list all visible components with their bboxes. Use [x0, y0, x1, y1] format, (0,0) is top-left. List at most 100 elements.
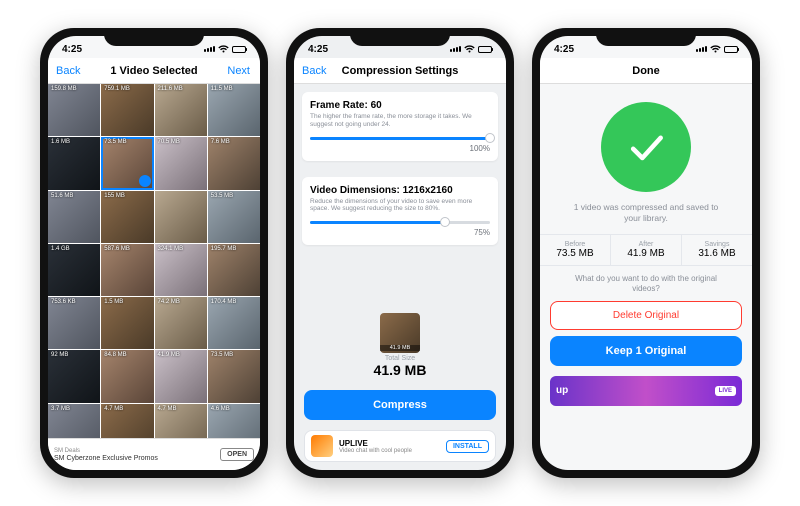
banner-brand: up: [556, 385, 568, 396]
before-label: Before: [542, 241, 608, 248]
video-thumbnail[interactable]: 4.6 MB: [208, 404, 260, 439]
thumbnail-size: 1.6 MB: [51, 139, 70, 145]
video-thumbnail[interactable]: 51.6 MB: [48, 191, 100, 243]
notch: [350, 28, 450, 46]
battery-icon: [478, 46, 492, 53]
video-thumbnail[interactable]: 41.9 MB: [380, 313, 420, 353]
after-label: After: [613, 241, 679, 248]
thumbnail-size: 324.1 MB: [158, 246, 184, 252]
video-thumbnail[interactable]: 1.4 GB: [48, 244, 100, 296]
ad-banner[interactable]: SM Deals SM Cyberzone Exclusive Promos O…: [48, 438, 260, 470]
thumbnail-size: 1.4 GB: [51, 246, 70, 252]
frame-rate-slider[interactable]: [310, 137, 490, 140]
ad-app-icon: [311, 435, 333, 457]
nav-bar: Done: [540, 58, 752, 84]
thumbnail-size: 70.5 MB: [158, 139, 180, 145]
video-thumbnail[interactable]: 73.5 MB: [101, 137, 153, 189]
dimensions-desc: Reduce the dimensions of your video to s…: [310, 198, 490, 214]
dimensions-slider[interactable]: [310, 221, 490, 224]
nav-bar: Back Compression Settings: [294, 58, 506, 84]
video-thumbnail[interactable]: 7.6 MB: [208, 137, 260, 189]
video-thumbnail[interactable]: [155, 191, 207, 243]
dimensions-title: Video Dimensions: 1216x2160: [310, 185, 490, 196]
thumbnail-size: 73.5 MB: [211, 352, 233, 358]
thumbnail-size: 41.9 MB: [380, 345, 420, 351]
thumbnail-size: 73.5 MB: [104, 139, 126, 145]
video-thumbnail[interactable]: 1.5 MB: [101, 297, 153, 349]
video-thumbnail[interactable]: 759.1 MB: [101, 84, 153, 136]
status-time: 4:25: [62, 44, 82, 55]
video-thumbnail[interactable]: 170.4 MB: [208, 297, 260, 349]
video-thumbnail[interactable]: 195.7 MB: [208, 244, 260, 296]
video-thumbnail[interactable]: 211.6 MB: [155, 84, 207, 136]
ad-app-name: UPLIVE: [339, 439, 368, 448]
video-grid-scroll[interactable]: 159.8 MB759.1 MB211.6 MB 11.5 MB 1.6 MB 73.…: [48, 84, 260, 438]
ad-banner[interactable]: up LIVE: [550, 376, 742, 406]
frame-rate-desc: The higher the frame rate, the more stor…: [310, 113, 490, 129]
thumbnail-size: 51.6 MB: [51, 193, 73, 199]
video-thumbnail[interactable]: 74.2 MB: [155, 297, 207, 349]
video-thumbnail[interactable]: 753.6 KB: [48, 297, 100, 349]
frame-rate-title: Frame Rate: 60: [310, 100, 490, 111]
video-thumbnail[interactable]: 159.8 MB: [48, 84, 100, 136]
thumbnail-size: 74.2 MB: [158, 299, 180, 305]
wifi-icon: [464, 45, 475, 53]
compress-button[interactable]: Compress: [304, 390, 496, 420]
next-button[interactable]: Next: [227, 65, 250, 77]
page-title: 1 Video Selected: [110, 65, 197, 77]
phone-1: 4:25 Back 1 Video Selected Next 159.8 MB…: [40, 28, 268, 478]
video-thumbnail[interactable]: 4.7 MB: [101, 404, 153, 439]
video-thumbnail[interactable]: 84.8 MB: [101, 350, 153, 402]
wifi-icon: [218, 45, 229, 53]
video-thumbnail[interactable]: 3.7 MB: [48, 404, 100, 439]
thumbnail-size: 155 MB: [104, 193, 125, 199]
video-thumbnail[interactable]: 587.6 MB: [101, 244, 153, 296]
keep-original-button[interactable]: Keep 1 Original: [550, 336, 742, 366]
video-thumbnail[interactable]: 1.6 MB: [48, 137, 100, 189]
thumbnail-size: 84.8 MB: [104, 352, 126, 358]
thumbnail-size: 92 MB: [51, 352, 68, 358]
thumbnail-size: 4.7 MB: [104, 406, 123, 412]
thumbnail-size: 195.7 MB: [211, 246, 237, 252]
total-size-value: 41.9 MB: [294, 362, 506, 378]
thumbnail-size: 11.5 MB: [211, 86, 233, 92]
video-thumbnail[interactable]: 92 MB: [48, 350, 100, 402]
success-message: 1 video was compressed and saved to your…: [540, 202, 752, 224]
thumbnail-size: 1.5 MB: [104, 299, 123, 305]
back-button[interactable]: Back: [302, 65, 326, 77]
success-checkmark-icon: [601, 102, 691, 192]
notch: [596, 28, 696, 46]
savings-value: 31.6 MB: [684, 248, 750, 259]
video-thumbnail[interactable]: 53.5 MB: [208, 191, 260, 243]
video-thumbnail[interactable]: 11.5 MB: [208, 84, 260, 136]
video-thumbnail[interactable]: 73.5 MB: [208, 350, 260, 402]
video-thumbnail[interactable]: 324.1 MB: [155, 244, 207, 296]
battery-icon: [724, 46, 738, 53]
thumbnail-size: 753.6 KB: [51, 299, 76, 305]
thumbnail-size: 53.5 MB: [211, 193, 233, 199]
frame-rate-pct: 100%: [310, 144, 490, 153]
back-button[interactable]: Back: [56, 65, 80, 77]
video-thumbnail[interactable]: 41.9 MB: [155, 350, 207, 402]
phone-2: 4:25 Back Compression Settings Frame Rat…: [286, 28, 514, 478]
question-text: What do you want to do with the original…: [540, 274, 752, 295]
ad-card[interactable]: UPLIVE Video chat with cool people INSTA…: [304, 430, 496, 462]
status-time: 4:25: [308, 44, 328, 55]
video-thumbnail[interactable]: 4.7 MB: [155, 404, 207, 439]
thumbnail-size: 4.7 MB: [158, 406, 177, 412]
nav-bar: Back 1 Video Selected Next: [48, 58, 260, 84]
video-thumbnail[interactable]: 155 MB: [101, 191, 153, 243]
total-size-label: Total Size: [294, 355, 506, 362]
page-title: Compression Settings: [342, 65, 459, 77]
ad-install-button[interactable]: INSTALL: [446, 440, 489, 453]
thumbnail-size: 41.9 MB: [158, 352, 180, 358]
savings-label: Savings: [684, 241, 750, 248]
before-value: 73.5 MB: [542, 248, 608, 259]
signal-icon: [204, 46, 215, 52]
video-thumbnail[interactable]: 70.5 MB: [155, 137, 207, 189]
wifi-icon: [710, 45, 721, 53]
after-value: 41.9 MB: [613, 248, 679, 259]
delete-original-button[interactable]: Delete Original: [550, 301, 742, 330]
ad-open-button[interactable]: OPEN: [220, 448, 254, 461]
thumbnail-size: 4.6 MB: [211, 406, 230, 412]
